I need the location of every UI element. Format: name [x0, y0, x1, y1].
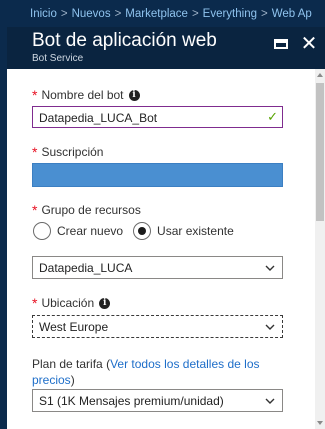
subscription-select[interactable] [32, 163, 283, 187]
required-marker: * [32, 295, 38, 311]
pricing-plan-select[interactable]: S1 (1K Mensajes premium/unidad) [32, 389, 283, 412]
breadcrumb-separator: > [114, 8, 122, 20]
breadcrumb-item-inicio[interactable]: Inicio [30, 8, 57, 20]
required-marker: * [32, 144, 38, 160]
location-select[interactable]: West Europe [32, 315, 283, 338]
resource-group-label-text: Grupo de recursos [41, 203, 141, 217]
breadcrumb-separator: > [191, 8, 199, 20]
radio-create-new[interactable] [33, 222, 51, 240]
scroll-up-arrow-icon[interactable] [316, 71, 324, 79]
required-marker: * [32, 202, 38, 218]
breadcrumb-trail: Inicio > Nuevos > Marketplace > Everything > Web… [30, 8, 312, 20]
location-value: West Europe [39, 320, 109, 334]
breadcrumb: Inicio > Nuevos > Marketplace > Everything > Web… [0, 0, 325, 27]
portal-left-strip [0, 27, 7, 429]
resource-group-label: * Grupo de recursos [32, 202, 141, 218]
blade-subtitle: Bot Service [32, 53, 84, 64]
check-icon: ✓ [267, 109, 278, 124]
required-marker: * [32, 87, 38, 103]
blade-body: * Nombre del bot i Datapedia_LUCA_Bot ✓ … [7, 69, 325, 429]
bot-name-label: * Nombre del bot i [32, 87, 140, 103]
bot-name-label-text: Nombre del bot [41, 88, 124, 102]
close-icon[interactable]: ✕ [299, 34, 319, 54]
info-icon[interactable]: i [128, 89, 140, 101]
resource-group-radio-group: Crear nuevo Usar existente [33, 221, 244, 241]
chevron-down-icon [265, 324, 275, 330]
radio-use-existing[interactable] [133, 222, 152, 240]
breadcrumb-separator: > [60, 8, 68, 20]
bot-name-input[interactable]: Datapedia_LUCA_Bot ✓ [32, 106, 283, 128]
blade-title: Bot de aplicación web [32, 30, 217, 51]
chevron-down-icon [265, 398, 275, 404]
breadcrumb-separator: > [261, 8, 268, 20]
pricing-plan-label-text: Plan de tarifa [32, 357, 103, 371]
breadcrumb-item-nuevos[interactable]: Nuevos [72, 8, 111, 20]
pricing-plan-close-paren: ) [70, 373, 75, 387]
vertical-scrollbar[interactable] [315, 69, 325, 429]
breadcrumb-item-web-app[interactable]: Web Ap [272, 8, 312, 20]
location-label: * Ubicación i [32, 295, 111, 311]
info-icon[interactable]: i [99, 297, 111, 309]
radio-create-new-label[interactable]: Crear nuevo [57, 224, 123, 238]
chevron-down-icon [265, 265, 275, 271]
pricing-plan-label: Plan de tarifa (Ver todos los detalles d… [32, 356, 272, 388]
breadcrumb-item-marketplace[interactable]: Marketplace [125, 8, 188, 20]
scroll-down-arrow-icon[interactable] [316, 419, 324, 427]
resource-group-select[interactable]: Datapedia_LUCA [32, 256, 283, 279]
breadcrumb-item-everything[interactable]: Everything [203, 8, 257, 20]
subscription-label-text: Suscripción [41, 145, 104, 159]
radio-use-existing-label[interactable]: Usar existente [157, 224, 234, 238]
resource-group-value: Datapedia_LUCA [39, 261, 133, 275]
maximize-icon[interactable] [273, 36, 289, 52]
scrollbar-thumb[interactable] [316, 83, 324, 221]
blade-header: Bot de aplicación web Bot Service ✕ [7, 27, 325, 69]
pricing-plan-value: S1 (1K Mensajes premium/unidad) [39, 394, 224, 408]
bot-name-value: Datapedia_LUCA_Bot [39, 111, 158, 125]
subscription-label: * Suscripción [32, 144, 103, 160]
location-label-text: Ubicación [41, 296, 95, 310]
